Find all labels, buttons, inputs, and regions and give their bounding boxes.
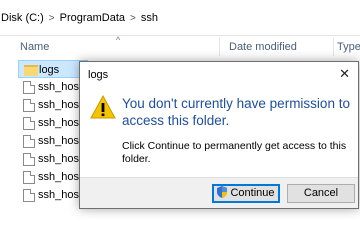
file-icon: [23, 135, 35, 148]
file-name: logs: [39, 64, 60, 76]
breadcrumb-disk-c[interactable]: Disk (C:): [0, 12, 45, 24]
file-icon: [23, 153, 35, 166]
close-icon[interactable]: ✕: [339, 66, 350, 82]
column-header: Name ^ Date modified Type: [0, 35, 360, 58]
dialog-title: logs: [88, 69, 109, 81]
file-icon: [23, 189, 35, 202]
cancel-button[interactable]: Cancel: [287, 184, 355, 203]
warning-icon: [90, 95, 116, 119]
continue-label: Continue: [230, 187, 275, 199]
file-icon: [23, 171, 35, 184]
file-icon: [23, 99, 35, 112]
file-icon: [23, 81, 35, 94]
address-bar[interactable]: Disk (C:) > ProgramData > ssh: [0, 0, 360, 36]
chevron-right-icon: >: [130, 12, 136, 24]
folder-icon: [24, 65, 38, 76]
list-item-logs-folder[interactable]: logs: [18, 60, 88, 78]
uac-shield-icon: [217, 186, 228, 198]
dialog-footer: Continue Cancel: [80, 177, 358, 208]
breadcrumb-programdata[interactable]: ProgramData: [59, 12, 126, 24]
dialog-heading: You don't currently have permission to a…: [122, 96, 350, 128]
column-date-modified[interactable]: Date modified: [229, 41, 297, 53]
sort-ascending-icon: ^: [116, 35, 121, 45]
permission-dialog: logs ✕ You don't currently have permissi…: [79, 61, 359, 209]
column-divider[interactable]: [219, 38, 220, 56]
continue-button[interactable]: Continue: [212, 184, 280, 203]
chevron-right-icon: >: [48, 12, 55, 24]
file-icon: [23, 117, 35, 130]
column-type[interactable]: Type: [337, 41, 360, 53]
breadcrumb-ssh[interactable]: ssh: [140, 12, 159, 24]
column-divider[interactable]: [333, 38, 334, 56]
breadcrumb: Disk (C:) > ProgramData > ssh: [0, 12, 159, 24]
column-name[interactable]: Name: [20, 41, 49, 53]
dialog-message: Click Continue to permanently get access…: [122, 140, 347, 165]
